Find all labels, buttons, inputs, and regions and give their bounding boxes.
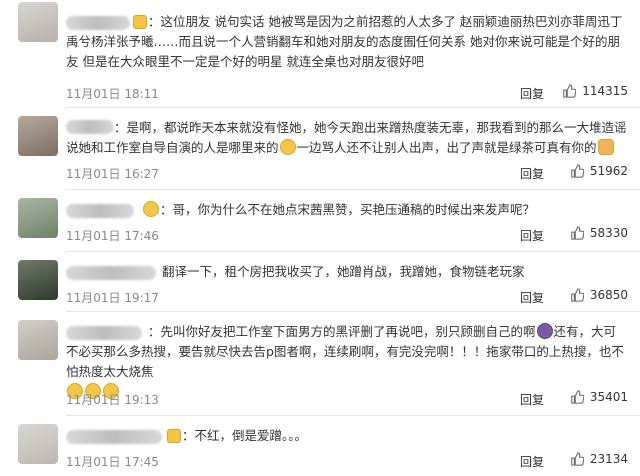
comment-item: ：哥，你为什么不在她点宋茜黑赞，买艳压通稿的时候出来发声呢？ 11月01日 17…	[0, 190, 640, 252]
thumbs-up-icon	[571, 288, 584, 302]
like-button[interactable]: 114315	[562, 84, 628, 98]
comment-list: ：这位朋友 说句实话 她被骂是因为之前招惹的人太多了 赵丽颖迪丽热巴刘亦菲周迅丁…	[0, 0, 640, 476]
like-count: 51962	[589, 164, 628, 178]
comment-item: ：是啊，都说昨天本来就没有怪她，她今天跑出来蹭热度装无辜，那我看到的那么一大堆造…	[0, 108, 640, 190]
emoji-icon	[536, 323, 553, 339]
comment-text: ：不红，倒是爱蹭。。。	[66, 426, 628, 446]
thinking-emoji-icon	[279, 139, 296, 155]
vip-badge-icon	[133, 15, 147, 29]
comment-text: ：这位朋友 说句实话 她被骂是因为之前招惹的人太多了 赵丽颖迪丽热巴刘亦菲周迅丁…	[66, 12, 628, 72]
like-button[interactable]: 51962	[570, 164, 628, 178]
comment-item: ：这位朋友 说句实话 她被骂是因为之前招惹的人太多了 赵丽颖迪丽热巴刘亦菲周迅丁…	[0, 0, 640, 108]
comment-body: ：这位朋友 说句实话 她被骂是因为之前招惹的人太多了 赵丽颖迪丽热巴刘亦菲周迅丁…	[66, 14, 623, 69]
reply-button[interactable]: 回复	[520, 227, 544, 244]
avatar[interactable]	[18, 198, 58, 238]
like-button[interactable]: 58330	[570, 226, 628, 240]
vip-badge-icon	[167, 429, 181, 443]
reply-button[interactable]: 回复	[520, 289, 544, 306]
comment-date: 11月01日 17:46	[66, 229, 159, 243]
reply-button[interactable]: 回复	[520, 391, 544, 408]
like-count: 58330	[589, 226, 628, 240]
comment-date: 11月01日 19:17	[66, 291, 159, 305]
like-button[interactable]: 35401	[570, 390, 628, 404]
reply-button[interactable]: 回复	[520, 85, 544, 102]
comment-date: 11月01日 16:27	[66, 167, 159, 181]
comment-item: 翻译一下，租个房把我收买了，她蹭肖战，我蹭她，食物链老玩家 11月01日 19:…	[0, 252, 640, 312]
like-count: 35401	[589, 390, 628, 404]
comment-text: ：先叫你好友把工作室下面男方的黑评删了再说吧，别只顾删自己的啊 还有，大可不必买那…	[66, 322, 628, 402]
comment-body: ：不红，倒是爱蹭。。。	[182, 428, 308, 443]
comment-date: 11月01日 17:45	[66, 455, 159, 469]
avatar[interactable]	[18, 424, 58, 464]
thumbs-up-icon	[563, 84, 577, 98]
avatar[interactable]	[18, 320, 58, 360]
comment-text: 翻译一下，租个房把我收买了，她蹭肖战，我蹭她，食物链老玩家	[66, 262, 628, 282]
comment-body: ：先叫你好友把工作室下面男方的黑评删了再说吧，别只顾删自己的啊	[148, 324, 536, 339]
emoji-icon	[143, 201, 159, 217]
thumbs-up-icon	[571, 452, 584, 466]
comment-item: ：先叫你好友把工作室下面男方的黑评删了再说吧，别只顾删自己的啊 还有，大可不必买那…	[0, 312, 640, 416]
like-count: 23134	[589, 452, 628, 466]
comment-text: ：哥，你为什么不在她点宋茜黑赞，买艳压通稿的时候出来发声呢？	[66, 200, 628, 220]
avatar[interactable]	[18, 2, 58, 42]
comment-date: 11月01日 19:13	[66, 393, 159, 407]
comment-body-tail: 一边骂人还不让别人出声，出了声就是绿茶可真有你的	[296, 140, 597, 155]
comment-item: ：不红，倒是爱蹭。。。 11月01日 17:45 回复 23134	[0, 416, 640, 476]
comment-date: 11月01日 18:11	[66, 87, 159, 101]
thumbs-up-icon	[571, 226, 584, 240]
avatar[interactable]	[18, 116, 58, 156]
comment-text: ：是啊，都说昨天本来就没有怪她，她今天跑出来蹭热度装无辜，那我看到的那么一大堆造…	[66, 118, 628, 158]
like-button[interactable]: 23134	[570, 452, 628, 466]
like-button[interactable]: 36850	[570, 288, 628, 302]
reply-button[interactable]: 回复	[520, 453, 544, 470]
thumbs-up-emoji-icon	[597, 139, 614, 155]
like-count: 36850	[589, 288, 628, 302]
comment-body: 翻译一下，租个房把我收买了，她蹭肖战，我蹭她，食物链老玩家	[162, 264, 525, 279]
thumbs-up-icon	[571, 390, 584, 404]
avatar[interactable]	[18, 260, 58, 300]
like-count: 114315	[582, 84, 628, 98]
thumbs-up-icon	[571, 164, 584, 178]
comment-body: ：哥，你为什么不在她点宋茜黑赞，买艳压通稿的时候出来发声呢？	[160, 202, 536, 217]
reply-button[interactable]: 回复	[520, 165, 544, 182]
